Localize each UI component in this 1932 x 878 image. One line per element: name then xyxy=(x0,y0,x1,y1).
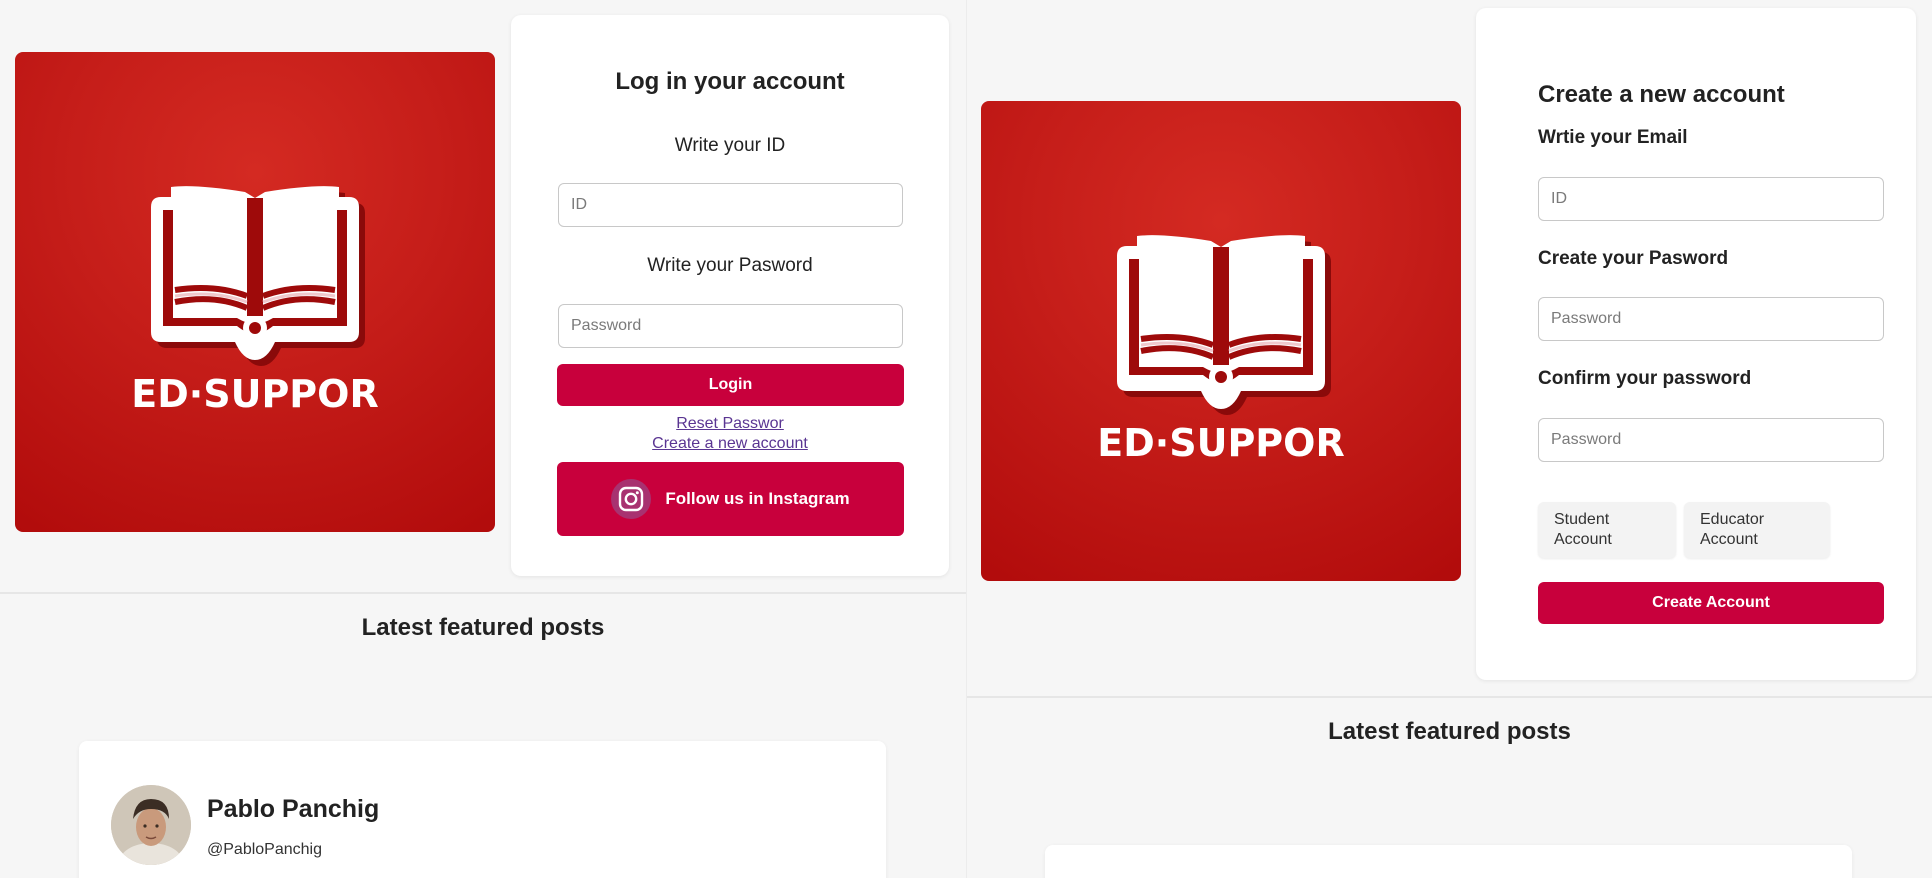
create-password-label: Create your Pasword xyxy=(1538,248,1729,269)
instagram-icon xyxy=(611,479,652,519)
post-card[interactable] xyxy=(1045,845,1852,878)
confirm-password-label: Confirm your password xyxy=(1538,368,1752,389)
brand-logo: ED·SUPPOR xyxy=(15,52,495,532)
section-divider xyxy=(967,696,1932,698)
login-page: ED·SUPPOR Log in your account Write your… xyxy=(0,0,966,878)
login-card: Log in your account Write your ID Write … xyxy=(511,15,949,576)
id-label: Write your ID xyxy=(674,135,786,156)
featured-posts-heading: Latest featured posts xyxy=(361,614,605,641)
email-input[interactable] xyxy=(1538,177,1884,221)
reset-password-link[interactable]: Reset Passwor xyxy=(511,415,949,433)
signup-title: Create a new account xyxy=(1538,81,1785,108)
educator-account-button[interactable]: Educator Account xyxy=(1684,502,1830,558)
password-label: Write your Pasword xyxy=(647,255,813,276)
student-account-button[interactable]: Student Account xyxy=(1538,502,1676,558)
id-input[interactable] xyxy=(558,183,903,227)
post-card[interactable]: Pablo Panchig @PabloPanchig xyxy=(79,741,886,878)
instagram-button-label: Follow us in Instagram xyxy=(665,489,850,508)
instagram-button[interactable]: Follow us in Instagram xyxy=(557,462,904,536)
confirm-password-input[interactable] xyxy=(1538,418,1884,462)
create-password-input[interactable] xyxy=(1538,297,1884,341)
section-divider xyxy=(0,592,966,594)
login-button[interactable]: Login xyxy=(557,364,904,406)
create-account-button[interactable]: Create Account xyxy=(1538,582,1884,624)
featured-posts-heading: Latest featured posts xyxy=(1328,718,1571,745)
create-account-link[interactable]: Create a new account xyxy=(511,435,949,453)
brand-wordmark: ED·SUPPOR xyxy=(131,372,378,416)
avatar xyxy=(111,785,191,865)
login-title: Log in your account xyxy=(615,68,845,95)
brand-wordmark: ED·SUPPOR xyxy=(1097,421,1344,465)
brand-logo: ED·SUPPOR xyxy=(981,101,1461,581)
signup-card: Create a new account Wrtie your Email Cr… xyxy=(1476,8,1916,680)
email-label: Wrtie your Email xyxy=(1538,127,1688,148)
post-author-name: Pablo Panchig xyxy=(207,795,380,823)
password-input[interactable] xyxy=(558,304,903,348)
post-author-handle: @PabloPanchig xyxy=(207,841,322,858)
signup-page: ED·SUPPOR Create a new account Wrtie you… xyxy=(967,0,1932,878)
